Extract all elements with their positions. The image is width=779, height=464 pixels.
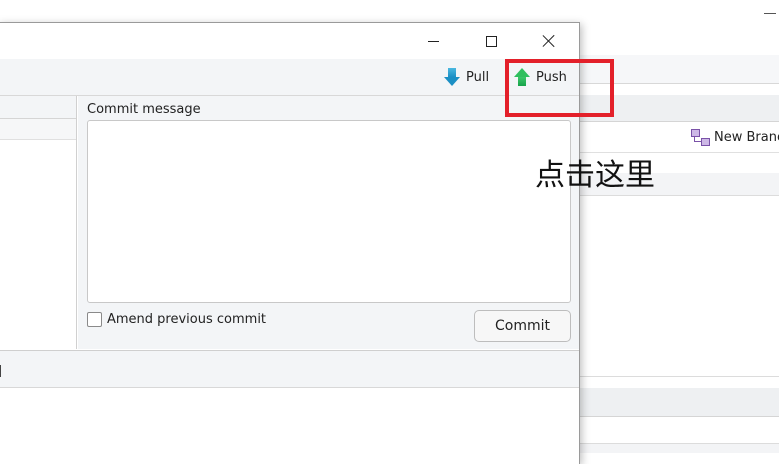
dialog-toolbar: Pull Push — [0, 59, 579, 96]
branch-icon — [690, 128, 710, 146]
push-highlight-box — [505, 59, 614, 117]
changes-pane-subheader — [0, 119, 76, 140]
new-branch-button[interactable]: New Branc — [690, 128, 779, 146]
minimize-icon — [427, 40, 439, 42]
diff-pane — [0, 350, 579, 464]
new-branch-label: New Branc — [714, 129, 779, 145]
commit-message-input[interactable] — [87, 120, 571, 303]
maximize-icon — [485, 35, 497, 47]
annotation-text: 点击这里 — [535, 158, 655, 193]
diff-pane-header — [0, 351, 579, 388]
diff-header-mark — [0, 365, 1, 377]
changes-pane — [0, 96, 77, 349]
commit-button[interactable]: Commit — [474, 310, 571, 342]
commit-dialog: Pull Push Commit message Amend previous … — [0, 22, 580, 464]
pull-label: Pull — [466, 69, 490, 85]
minimize-button[interactable] — [411, 27, 455, 55]
close-icon — [542, 34, 556, 48]
dialog-titlebar[interactable] — [0, 23, 579, 59]
close-button[interactable] — [527, 27, 571, 55]
changes-pane-header — [0, 96, 76, 119]
amend-previous-commit-checkbox[interactable]: Amend previous commit — [87, 312, 266, 327]
pull-button[interactable]: Pull — [444, 66, 489, 88]
commit-pane: Commit message Amend previous commit Com… — [78, 96, 579, 349]
amend-label: Amend previous commit — [107, 312, 267, 327]
arrow-down-icon — [444, 68, 460, 86]
background-lower-header — [578, 388, 779, 417]
commit-message-label: Commit message — [87, 102, 201, 117]
maximize-button[interactable] — [469, 27, 513, 55]
checkbox-icon[interactable] — [87, 312, 102, 327]
background-minimize-icon[interactable] — [764, 13, 776, 14]
